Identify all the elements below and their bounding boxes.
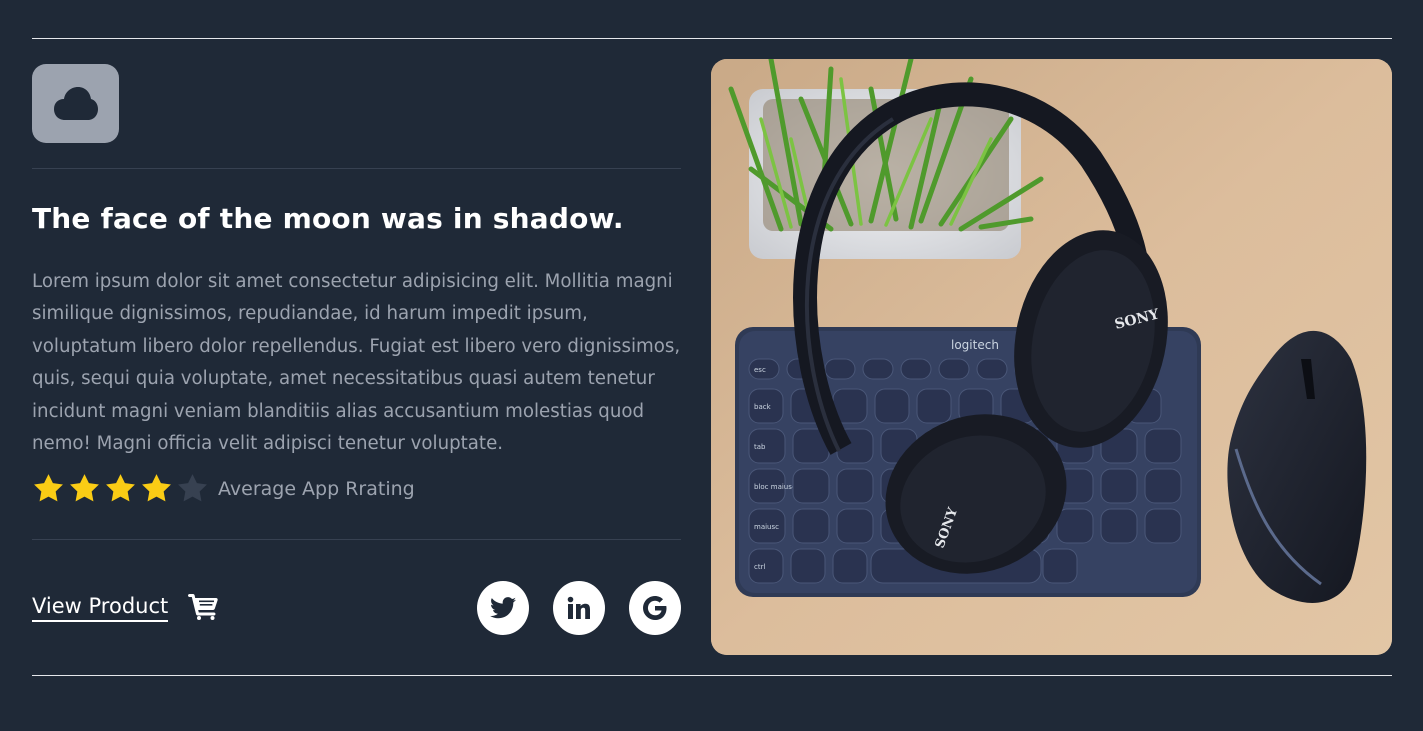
keyboard-key <box>792 508 830 544</box>
keyboard-key <box>874 388 910 424</box>
linkedin-button[interactable] <box>553 581 605 635</box>
keyboard-key <box>836 468 874 504</box>
keyboard-key <box>792 468 830 504</box>
twitter-icon <box>490 597 516 619</box>
card-description: Lorem ipsum dolor sit amet consectetur a… <box>32 271 681 455</box>
divider <box>32 539 681 540</box>
keyboard-key <box>862 358 894 380</box>
rating-label: Average App Rrating <box>218 477 415 500</box>
keyboard-key <box>1144 468 1182 504</box>
cloud-icon <box>53 86 98 120</box>
card-title: The face of the moon was in shadow. <box>32 202 624 235</box>
star-filled-icon <box>106 474 135 502</box>
app-icon-tile <box>32 64 119 143</box>
product-image: logitech esc back tab bloc maiusc maiusc ctrl… <box>711 59 1392 655</box>
keyboard-brand: logitech <box>951 338 999 352</box>
keyboard-key-label: tab <box>754 443 766 451</box>
keyboard-key <box>790 548 826 584</box>
keyboard-key <box>976 358 1008 380</box>
divider <box>32 168 681 169</box>
keyboard-key <box>836 508 874 544</box>
keyboard-key <box>1100 508 1138 544</box>
keyboard-key-label: esc <box>754 366 766 374</box>
view-product-link[interactable]: View Product <box>32 593 169 622</box>
top-rule <box>32 38 1392 39</box>
keyboard-key <box>1042 548 1078 584</box>
keyboard-key <box>900 358 932 380</box>
star-filled-icon <box>70 474 99 502</box>
keyboard-key-label: bloc maiusc <box>754 483 796 491</box>
star-filled-icon <box>142 474 171 502</box>
keyboard-key <box>832 548 868 584</box>
cart-icon[interactable] <box>188 594 218 620</box>
social-links <box>477 581 681 635</box>
star-filled-icon <box>34 474 63 502</box>
keyboard-key <box>916 388 952 424</box>
keyboard-key <box>1100 468 1138 504</box>
product-photo: logitech esc back tab bloc maiusc maiusc ctrl… <box>711 59 1392 655</box>
twitter-button[interactable] <box>477 581 529 635</box>
google-button[interactable] <box>629 581 681 635</box>
keyboard-key <box>1144 428 1182 464</box>
bottom-rule <box>32 675 1392 676</box>
keyboard-key-label: maiusc <box>754 523 779 531</box>
keyboard-key <box>1144 508 1182 544</box>
keyboard-key-label: ctrl <box>754 563 765 571</box>
linkedin-icon <box>567 596 590 619</box>
card-content <box>32 64 681 143</box>
google-icon <box>643 596 667 620</box>
keyboard-key <box>1056 508 1094 544</box>
star-rating <box>32 472 212 505</box>
keyboard-key <box>938 358 970 380</box>
keyboard-key-label: back <box>754 403 772 411</box>
rating: Average App Rrating <box>32 472 415 505</box>
keyboard-key <box>824 358 856 380</box>
star-empty-icon <box>178 474 207 502</box>
